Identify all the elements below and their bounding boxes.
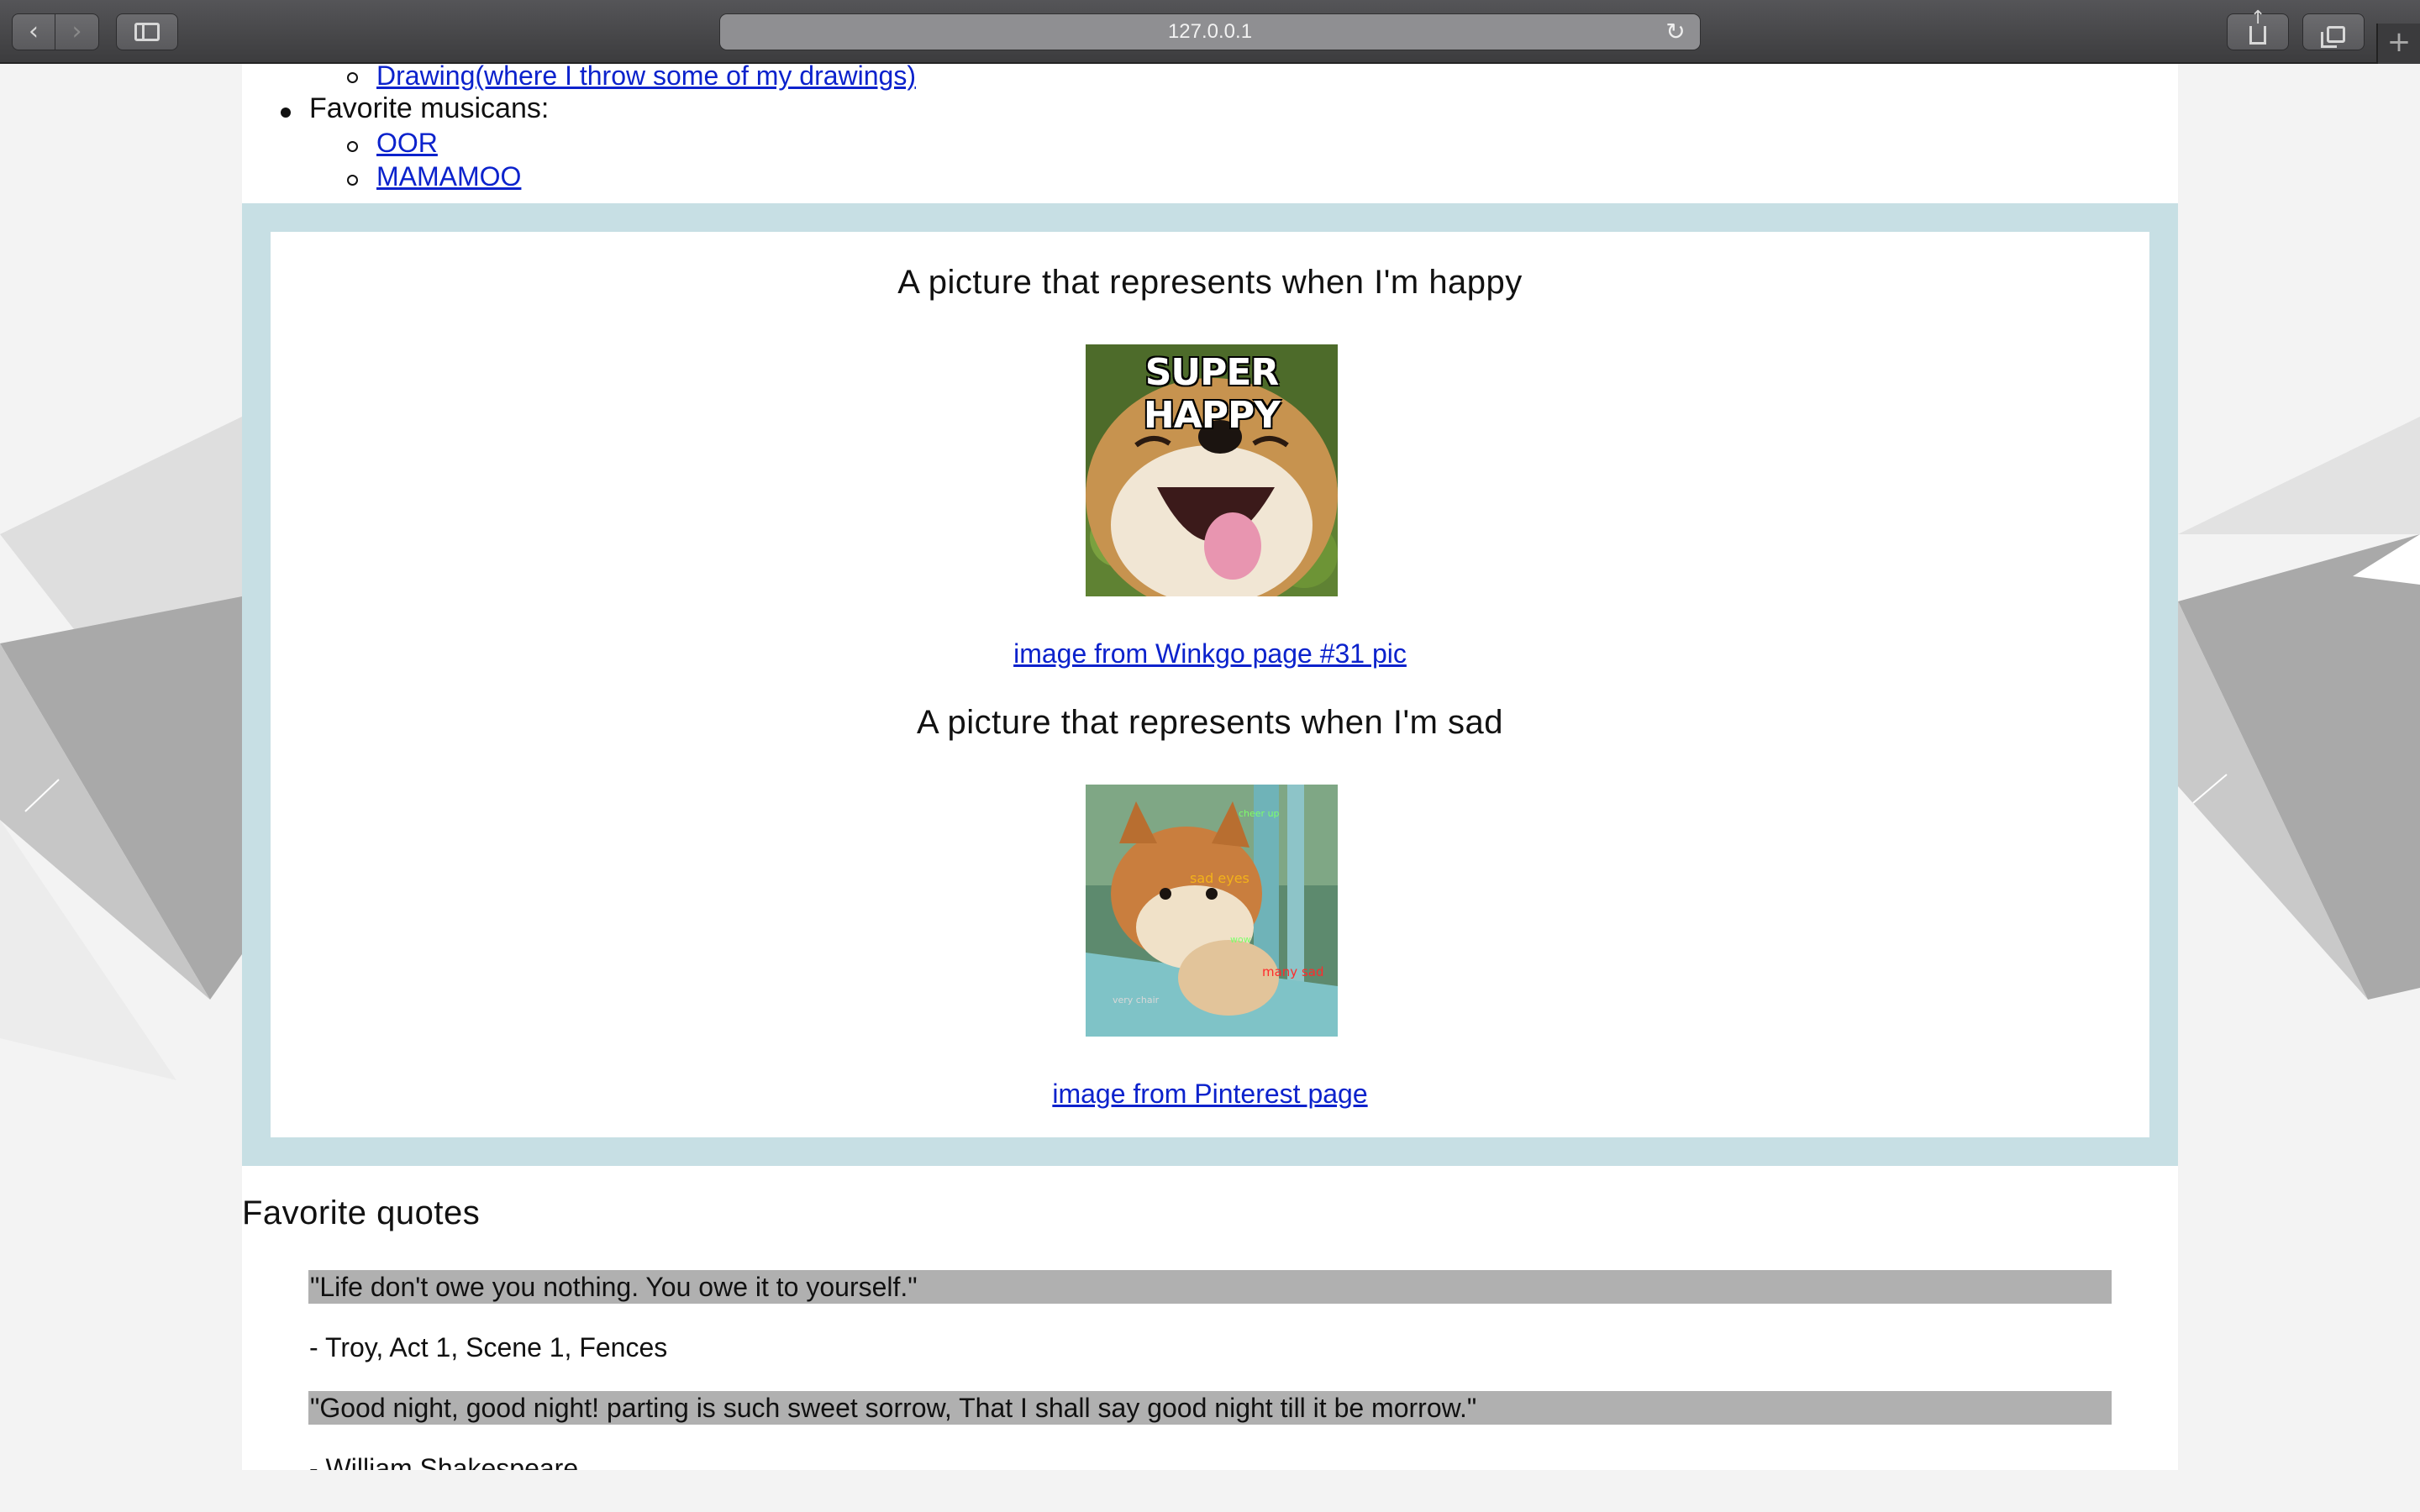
sad-dog-image: cheer up sad eyes wow many sad very chai… [1086, 785, 1338, 1037]
address-text: 127.0.0.1 [1167, 20, 1253, 43]
quote-attribution: - William Shakespeare [309, 1453, 579, 1470]
sad-image-source-link[interactable]: image from Pinterest page [271, 1079, 2149, 1110]
list-bullet [347, 72, 358, 83]
musicians-label: Favorite musicans: [309, 92, 550, 124]
sad-image-word: sad eyes [1190, 870, 1249, 886]
happy-image-caption-overlay: SUPER HAPPY [1143, 351, 1281, 437]
share-button[interactable] [2227, 8, 2289, 50]
drawing-link[interactable]: Drawing(where I throw some of my drawing… [376, 64, 916, 92]
musician-link-mamamoo[interactable]: MAMAMOO [376, 161, 521, 192]
show-tabs-button[interactable] [2302, 13, 2365, 50]
share-icon [2249, 8, 2266, 45]
browser-toolbar: ‹ › 127.0.0.1 ↻ + [0, 0, 2420, 64]
sad-image-word: cheer up [1239, 808, 1280, 819]
address-bar[interactable]: 127.0.0.1 ↻ [719, 13, 1701, 50]
musician-link-oor[interactable]: OOR [376, 128, 438, 159]
new-tab-button[interactable]: + [2376, 24, 2420, 64]
pictures-frame: A picture that represents when I'm happy… [242, 203, 2178, 1166]
chevron-left-icon: ‹ [29, 17, 39, 46]
quote-text: "Life don't owe you nothing. You owe it … [308, 1270, 2112, 1304]
list-bullet [347, 141, 358, 152]
quote-attribution: - Troy, Act 1, Scene 1, Fences [309, 1332, 668, 1362]
quote-text: "Good night, good night! parting is such… [308, 1391, 2112, 1425]
chevron-right-icon: › [71, 17, 82, 46]
page-content: Drawing(where I throw some of my drawing… [242, 64, 2178, 1470]
list-bullet [347, 175, 358, 186]
list-bullet [281, 108, 291, 118]
quotes-title: Favorite quotes [242, 1194, 481, 1231]
happy-image-source-link[interactable]: image from Winkgo page #31 pic [271, 638, 2149, 669]
happy-dog-image: SUPER HAPPY [1086, 344, 1338, 596]
sad-image-word: very chair [1113, 995, 1160, 1005]
sad-heading: A picture that represents when I'm sad [916, 704, 1504, 741]
sad-image-word: wow [1230, 934, 1251, 945]
sidebar-icon [134, 23, 160, 41]
tabs-icon [2321, 26, 2345, 48]
sidebar-toggle-button[interactable] [116, 13, 178, 50]
pictures-panel: A picture that represents when I'm happy… [271, 232, 2149, 1137]
happy-heading: A picture that represents when I'm happy [897, 264, 1523, 301]
sad-image-word: many sad [1262, 964, 1324, 979]
reload-icon[interactable]: ↻ [1663, 19, 1688, 45]
nav-buttons: ‹ › [12, 13, 99, 50]
back-button[interactable]: ‹ [12, 13, 55, 50]
forward-button[interactable]: › [55, 13, 99, 50]
